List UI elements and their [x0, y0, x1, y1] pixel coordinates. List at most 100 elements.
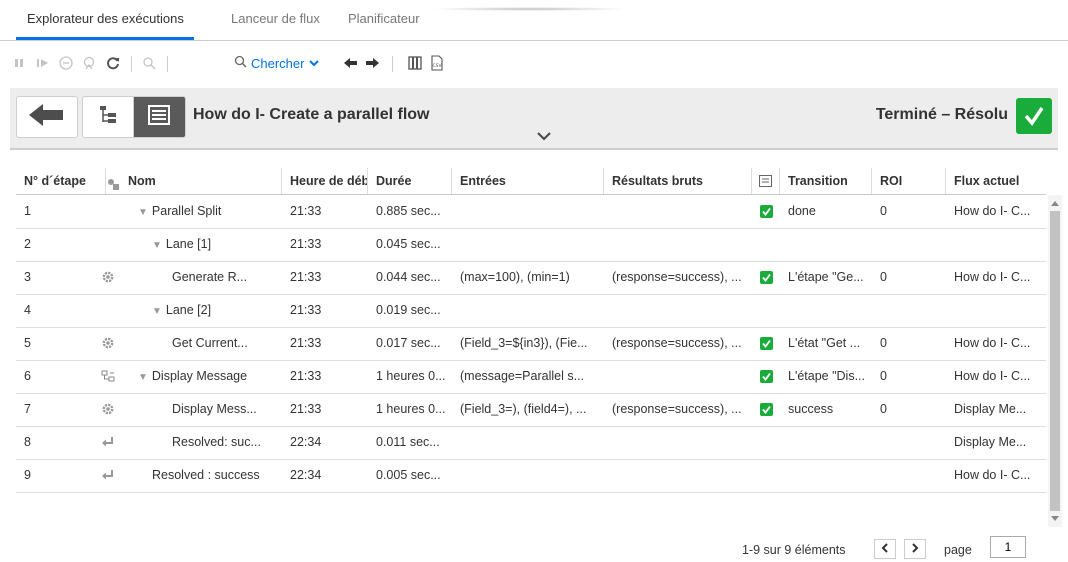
execution-steps-table: N° d´étape Nom Heure de début Durée Entr…	[16, 168, 1062, 530]
return-step-icon	[101, 435, 115, 454]
cell-inputs	[452, 459, 604, 492]
scrollbar-thumb[interactable]	[1050, 211, 1060, 511]
expand-caret-icon[interactable]: ▼	[152, 240, 162, 251]
cell-raw-results: (response=success), ...	[612, 402, 742, 416]
step-name: Resolved : success	[152, 468, 260, 482]
cell-name: Get Current...	[120, 327, 282, 360]
page-label: page	[944, 543, 972, 557]
column-raw-results[interactable]: Résultats bruts	[604, 168, 752, 194]
step-type-icon	[106, 174, 120, 194]
column-inputs[interactable]: Entrées	[452, 168, 604, 194]
cell-duration: 1 heures 0...	[376, 402, 446, 416]
scroll-up-icon[interactable]	[1051, 201, 1059, 206]
cell-transition	[780, 426, 872, 459]
cell-transition	[780, 294, 872, 327]
subflow-icon	[101, 369, 115, 388]
table-row[interactable]: 2 ▼ Lane [1] 21:33 0.045 sec...	[16, 228, 1046, 262]
cell-duration: 0.017 sec...	[376, 336, 441, 350]
cell-raw-results	[604, 459, 752, 492]
cancel-icon[interactable]	[59, 54, 73, 72]
cell-duration: 0.019 sec...	[376, 303, 441, 317]
tab-bar-shadow	[430, 7, 630, 11]
table-row[interactable]: 3 Generate R... 21:33 0.044 sec... (max=100)…	[16, 261, 1046, 295]
column-current-flow[interactable]: Flux actuel	[946, 168, 1046, 194]
column-result-check[interactable]	[752, 168, 780, 194]
success-check-icon	[1016, 98, 1052, 134]
refresh-icon[interactable]	[106, 54, 120, 72]
tab-execution-explorer[interactable]: Explorateur des exécutions	[27, 11, 184, 26]
expand-caret-icon[interactable]: ▼	[138, 372, 148, 383]
column-start-time[interactable]: Heure de début	[282, 168, 368, 194]
success-check-icon	[760, 271, 773, 289]
cell-raw-results	[604, 360, 752, 393]
reassign-icon[interactable]	[82, 54, 96, 72]
step-name: Lane [2]	[165, 303, 212, 317]
previous-page-button[interactable]	[874, 539, 896, 559]
expand-caret-icon[interactable]: ▼	[138, 207, 148, 218]
vertical-scrollbar[interactable]	[1048, 195, 1062, 527]
cell-inputs	[452, 195, 604, 228]
cell-start-time: 22:34	[290, 435, 322, 449]
column-transition[interactable]: Transition	[780, 168, 872, 194]
table-row[interactable]: 4 ▼ Lane [2] 21:33 0.019 sec...	[16, 294, 1046, 328]
cell-name: ▼ Display Message	[120, 360, 282, 393]
success-check-icon	[760, 370, 773, 388]
step-name: Generate R...	[172, 270, 248, 284]
cell-duration: 1 heures 0...	[376, 369, 446, 383]
next-page-button[interactable]	[904, 539, 926, 559]
flow-title: How do I- Create a parallel flow	[193, 106, 430, 123]
resume-icon[interactable]	[37, 54, 49, 72]
column-roi[interactable]: ROI	[872, 168, 946, 194]
expand-caret-icon[interactable]: ▼	[152, 306, 162, 317]
toolbar-divider	[167, 56, 168, 72]
previous-arrow-icon[interactable]	[344, 54, 358, 72]
cell-current-flow: Display Me...	[954, 435, 1027, 449]
table-row[interactable]: 7 Display Mess... 21:33 1 heures 0... (Field…	[16, 393, 1046, 427]
table-row[interactable]: 1 ▼ Parallel Split 21:33 0.885 sec... done 0 Ho…	[16, 195, 1046, 229]
csv-export-icon[interactable]: CSV	[430, 54, 444, 72]
table-row[interactable]: 5 Get Current... 21:33 0.017 sec... (Field_3…	[16, 327, 1046, 361]
step-name: Display Message	[151, 369, 248, 383]
search-button[interactable]: Chercher	[234, 54, 320, 72]
cell-duration: 0.045 sec...	[376, 237, 441, 251]
step-name: Get Current...	[172, 336, 248, 350]
toolbar-divider	[131, 56, 132, 72]
cell-roi: 0	[880, 369, 887, 383]
cell-raw-results	[604, 195, 752, 228]
cell-roi: 0	[880, 204, 887, 218]
cell-step: 8	[24, 435, 31, 449]
success-check-icon	[760, 403, 773, 421]
next-arrow-icon[interactable]	[366, 54, 380, 72]
active-tab-indicator	[16, 37, 194, 40]
cell-inputs: (Field_3=), (field4=), ...	[460, 402, 587, 416]
tab-flow-launcher[interactable]: Lanceur de flux	[231, 11, 320, 26]
gear-icon	[101, 336, 115, 355]
list-view-button[interactable]	[133, 97, 185, 137]
cell-start-time: 22:34	[290, 468, 322, 482]
tab-scheduler[interactable]: Planificateur	[348, 11, 420, 26]
pause-icon[interactable]	[14, 54, 24, 72]
cell-step: 7	[24, 402, 31, 416]
column-type-icon[interactable]	[106, 168, 120, 194]
cell-current-flow	[946, 228, 1046, 261]
page-number-input[interactable]	[990, 536, 1026, 558]
filter-icon[interactable]	[142, 54, 156, 72]
tree-view-button[interactable]	[83, 97, 134, 137]
columns-icon[interactable]	[408, 54, 422, 72]
back-button[interactable]	[16, 96, 78, 138]
cell-start-time: 21:33	[290, 204, 322, 218]
table-header: N° d´étape Nom Heure de début Durée Entr…	[16, 168, 1046, 195]
table-row[interactable]: 8 Resolved: suc... 22:34 0.011 sec... Displa…	[16, 426, 1046, 460]
scroll-down-icon[interactable]	[1051, 516, 1059, 521]
table-row[interactable]: 6 ▼ Display Message 21:33 1 heures 0... (mess…	[16, 360, 1046, 394]
cell-start-time: 21:33	[290, 336, 322, 350]
column-step-number[interactable]: N° d´étape	[16, 168, 106, 194]
expand-chevron-icon[interactable]	[536, 128, 552, 146]
step-name: Resolved: suc...	[172, 435, 261, 449]
table-row[interactable]: 9 Resolved : success 22:34 0.005 sec... How …	[16, 459, 1046, 493]
column-duration[interactable]: Durée	[368, 168, 452, 194]
cell-name: Generate R...	[120, 261, 282, 294]
column-name[interactable]: Nom	[120, 168, 282, 194]
cell-start-time: 21:33	[290, 270, 322, 284]
cell-inputs	[452, 228, 604, 261]
